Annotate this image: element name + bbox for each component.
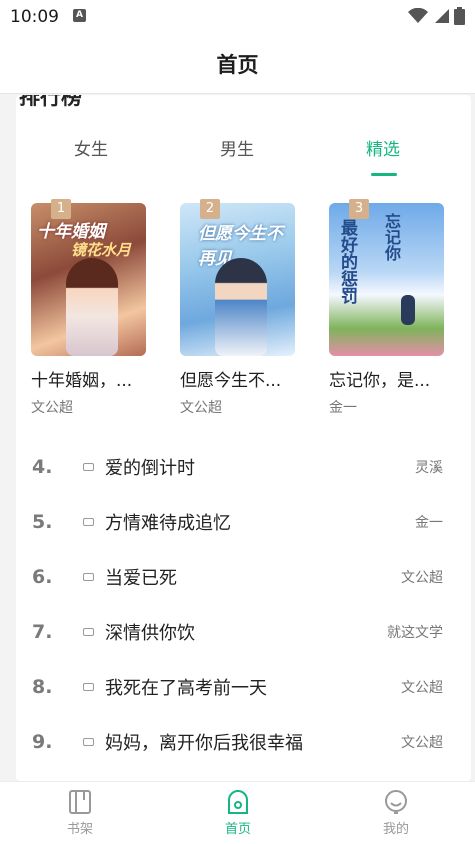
content-area[interactable]: 排行榜 女生 男生 精选 1 十年婚姻 镜花水月 十年婚姻，... 文公超 2 … <box>0 95 475 781</box>
rank-title: 爱的倒计时 <box>105 458 195 479</box>
nav-bookshelf[interactable]: 书架 <box>50 788 110 837</box>
book-icon <box>83 738 94 746</box>
cover-illustration <box>215 258 267 356</box>
rank-author: 金一 <box>415 515 443 531</box>
nav-profile[interactable]: 我的 <box>366 788 426 837</box>
app-header: 首页 <box>0 34 475 94</box>
nav-label: 我的 <box>382 822 409 837</box>
tab-female[interactable]: 女生 <box>74 135 108 160</box>
cover-illustration <box>401 295 415 325</box>
nav-label: 书架 <box>66 822 93 837</box>
book-author: 金一 <box>329 400 357 416</box>
rank-badge: 2 <box>200 199 220 219</box>
rank-number: 8. <box>32 676 53 698</box>
nav-label: 首页 <box>224 822 251 837</box>
book-title[interactable]: 十年婚姻，... <box>31 366 149 391</box>
page-title: 首页 <box>216 52 259 77</box>
book-icon <box>83 628 94 636</box>
top-book-1[interactable]: 1 十年婚姻 镜花水月 十年婚姻，... 文公超 <box>31 199 151 417</box>
list-item[interactable]: 9. 妈妈，离开你后我很幸福 文公超 <box>16 724 471 760</box>
rank-number: 9. <box>32 731 53 753</box>
rank-author: 文公超 <box>401 570 443 586</box>
cover-title: 最好的惩罚 <box>337 219 357 304</box>
rank-author: 文公超 <box>401 680 443 696</box>
nav-home[interactable]: 首页 <box>208 788 268 837</box>
cell-signal-icon <box>435 9 449 23</box>
book-title[interactable]: 忘记你，是... <box>329 366 447 391</box>
rank-author: 灵溪 <box>415 460 443 476</box>
list-item[interactable]: 6. 当爱已死 文公超 <box>16 559 471 595</box>
accessibility-a-icon: A <box>73 9 86 22</box>
rank-title: 当爱已死 <box>105 568 177 589</box>
home-icon <box>228 790 248 814</box>
status-bar: 10:09 A <box>0 0 475 34</box>
tab-featured[interactable]: 精选 <box>366 135 400 160</box>
status-indicators <box>408 7 465 25</box>
rank-number: 6. <box>32 566 53 588</box>
rank-author: 文公超 <box>401 735 443 751</box>
list-item[interactable]: 4. 爱的倒计时 灵溪 <box>16 449 471 485</box>
book-cover[interactable]: 但愿今生不再见 <box>180 203 295 356</box>
wifi-icon <box>408 8 428 23</box>
top-book-3[interactable]: 3 最好的惩罚 忘记你 忘记你，是... 金一 <box>329 199 449 417</box>
ranking-card: 排行榜 女生 男生 精选 1 十年婚姻 镜花水月 十年婚姻，... 文公超 2 … <box>16 95 471 781</box>
rank-badge: 3 <box>349 199 369 219</box>
list-item[interactable]: 8. 我死在了高考前一天 文公超 <box>16 669 471 705</box>
profile-icon <box>385 790 407 814</box>
list-item[interactable]: 7. 深情供你饮 就这文学 <box>16 614 471 650</box>
book-icon <box>83 518 94 526</box>
rank-number: 5. <box>32 511 53 533</box>
book-icon <box>83 463 94 471</box>
rank-title: 我死在了高考前一天 <box>105 678 267 699</box>
ranking-tabs: 女生 男生 精选 <box>16 135 471 176</box>
list-item[interactable]: 5. 方情难待成追忆 金一 <box>16 504 471 540</box>
rank-number: 4. <box>32 456 53 478</box>
rank-number: 7. <box>32 621 53 643</box>
status-time: 10:09 <box>10 7 59 27</box>
rank-title: 深情供你饮 <box>105 623 195 644</box>
top-book-2[interactable]: 2 但愿今生不再见 但愿今生不... 文公超 <box>180 199 300 417</box>
cover-subtitle: 忘记你 <box>382 213 401 261</box>
cover-illustration <box>66 258 118 356</box>
rank-author: 就这文学 <box>387 625 443 641</box>
book-icon <box>83 683 94 691</box>
book-icon <box>83 573 94 581</box>
bottom-nav: 书架 首页 我的 <box>0 781 475 844</box>
tab-male[interactable]: 男生 <box>220 135 254 160</box>
bookshelf-icon <box>69 790 91 814</box>
battery-icon <box>454 7 465 25</box>
section-title: 排行榜 <box>19 95 82 109</box>
book-title[interactable]: 但愿今生不... <box>180 366 298 391</box>
book-cover[interactable]: 十年婚姻 镜花水月 <box>31 203 146 356</box>
rank-title: 方情难待成追忆 <box>105 513 231 534</box>
tab-indicator <box>371 173 397 176</box>
book-author: 文公超 <box>31 400 73 416</box>
rank-title: 妈妈，离开你后我很幸福 <box>105 733 303 754</box>
book-cover[interactable]: 最好的惩罚 忘记你 <box>329 203 444 356</box>
book-author: 文公超 <box>180 400 222 416</box>
cover-subtitle: 镜花水月 <box>71 241 132 259</box>
rank-badge: 1 <box>51 199 71 219</box>
